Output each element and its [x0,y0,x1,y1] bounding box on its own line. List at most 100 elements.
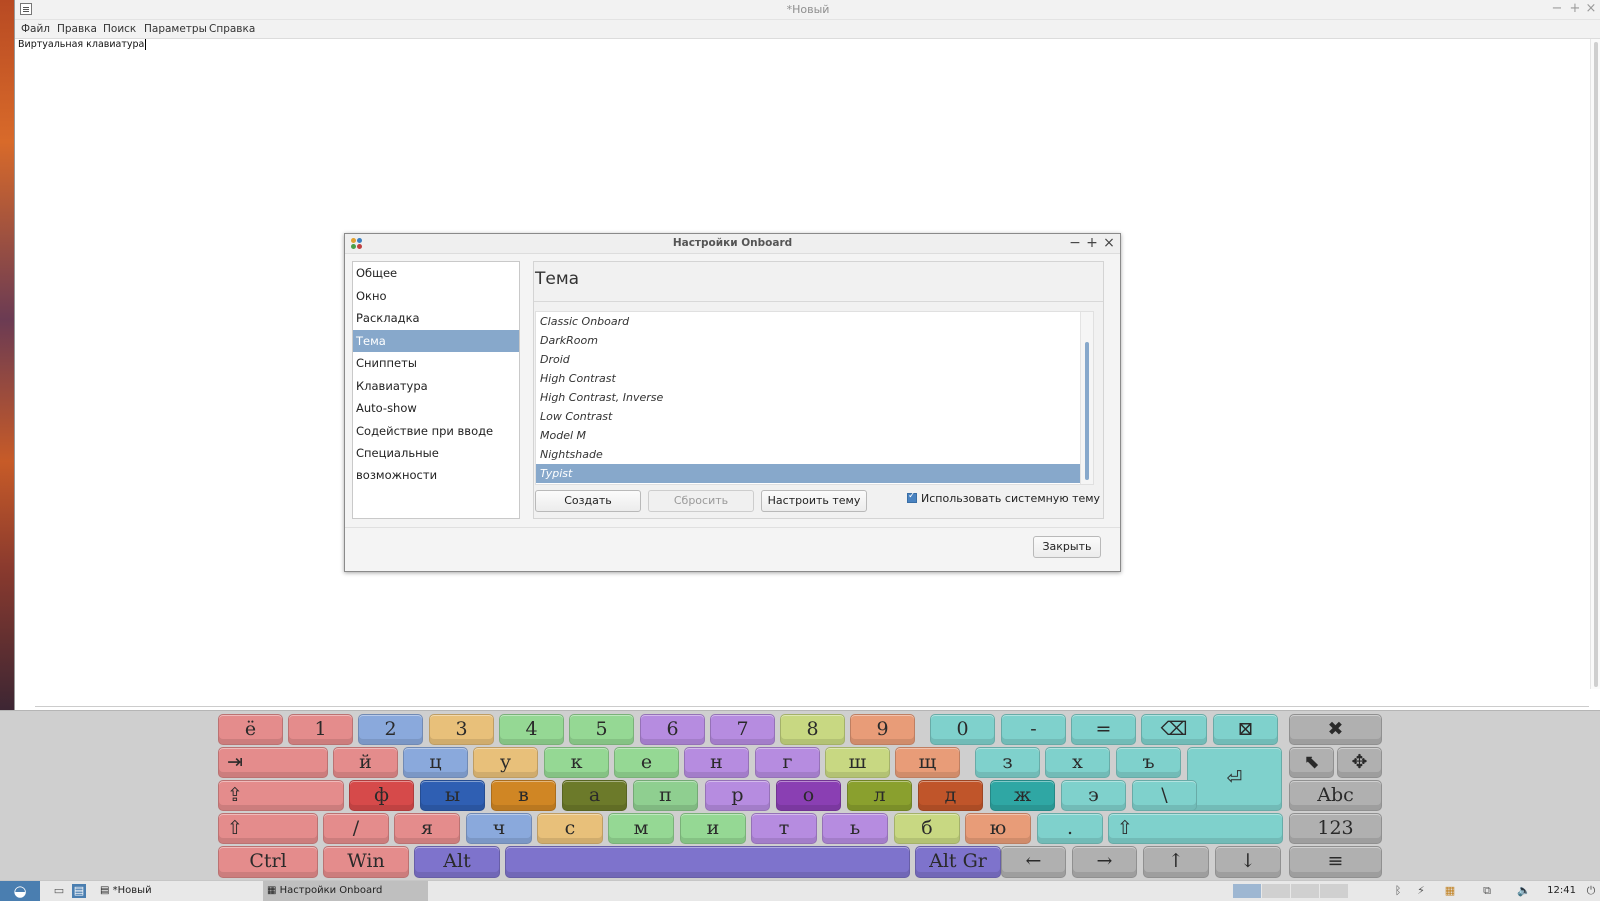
theme-item[interactable]: Nightshade [536,445,1093,464]
close-icon[interactable]: × [1583,1,1599,17]
hide-keyboard-key[interactable]: ✖ [1289,714,1382,745]
key-ts[interactable]: ц [403,747,468,778]
theme-item[interactable]: DarkRoom [536,331,1093,350]
arrow-right-key[interactable]: → [1072,846,1137,878]
shutdown-icon[interactable]: ⏻ [1584,884,1598,898]
backspace-key[interactable]: ⌫ [1141,714,1207,745]
menu-help[interactable]: Справка [209,23,255,35]
key-5[interactable]: 5 [569,714,634,745]
create-theme-button[interactable]: Создать [535,490,641,512]
key-6[interactable]: 6 [640,714,705,745]
power-icon[interactable]: ⚡ [1414,884,1428,898]
key-7[interactable]: 7 [710,714,775,745]
key-p[interactable]: п [633,780,698,811]
file-manager-icon[interactable]: ▤ [72,884,86,898]
menu-options[interactable]: Параметры [144,23,207,35]
workspace-2[interactable] [1262,884,1290,898]
theme-list-scrollbar[interactable] [1080,312,1093,484]
sidebar-item-general[interactable]: Общее [353,262,519,285]
arrow-left-key[interactable]: ← [1001,846,1066,878]
onboard-tray-icon[interactable]: ▦ [1443,884,1457,898]
menu-file[interactable]: Файл [21,23,50,35]
theme-item[interactable]: Droid [536,350,1093,369]
key-ch[interactable]: ч [466,813,532,844]
key-3[interactable]: 3 [429,714,494,745]
taskbar-item-editor[interactable]: ▤ *Новый [100,881,260,901]
theme-item[interactable]: High Contrast, Inverse [536,388,1093,407]
bluetooth-icon[interactable]: ᛒ [1391,884,1405,898]
key-yo[interactable]: ё [218,714,283,745]
network-icon[interactable]: ⧉ [1480,884,1494,898]
key-t[interactable]: т [751,813,817,844]
editor-titlebar[interactable]: *Новый − + × [15,0,1600,20]
key-g[interactable]: г [755,747,820,778]
ctrl-key[interactable]: Ctrl [218,846,318,878]
key-y[interactable]: ы [420,780,485,811]
sidebar-item-auto-show[interactable]: Auto-show [353,397,519,420]
sidebar-item-keyboard[interactable]: Клавиатура [353,375,519,398]
key-9[interactable]: 9 [850,714,915,745]
key-2[interactable]: 2 [358,714,423,745]
use-system-theme-checkbox[interactable]: Использовать системную тему [907,491,1100,505]
sidebar-item-snippets[interactable]: Сниппеты [353,352,519,375]
key-hard-sign[interactable]: ъ [1116,747,1181,778]
key-0[interactable]: 0 [930,714,995,745]
alt-gr-key[interactable]: Alt Gr [915,846,1001,878]
theme-item-selected[interactable]: Typist [536,464,1093,483]
key-backslash[interactable]: \ [1132,780,1197,811]
minimize-icon[interactable]: − [1067,235,1083,252]
close-button[interactable]: Закрыть [1033,536,1101,558]
key-a[interactable]: а [562,780,627,811]
shift-right-key[interactable]: ⇧ [1108,813,1283,844]
arrow-up-key[interactable]: ↑ [1143,846,1209,878]
key-r[interactable]: р [705,780,770,811]
workspace-4[interactable] [1320,884,1348,898]
key-o[interactable]: о [776,780,841,811]
theme-item[interactable]: Classic Onboard [536,312,1093,331]
customize-theme-button[interactable]: Настроить тему [761,490,867,512]
key-n[interactable]: н [684,747,749,778]
close-icon[interactable]: × [1101,235,1117,252]
key-equals[interactable]: = [1071,714,1136,745]
arrow-down-key[interactable]: ↓ [1215,846,1281,878]
key-e[interactable]: е [614,747,679,778]
sidebar-item-accessibility[interactable]: Специальные возможности [353,442,519,482]
key-4[interactable]: 4 [499,714,564,745]
scrollbar-thumb[interactable] [1594,42,1598,687]
minimize-icon[interactable]: − [1549,1,1565,17]
key-b[interactable]: б [894,813,960,844]
key-z[interactable]: з [975,747,1040,778]
volume-icon[interactable]: 🔈 [1517,884,1531,898]
sidebar-item-layout[interactable]: Раскладка [353,307,519,330]
delete-key[interactable]: ⊠ [1213,714,1278,745]
menu-key[interactable]: ≡ [1289,846,1382,878]
key-period[interactable]: . [1037,813,1103,844]
show-desktop-icon[interactable]: ▭ [52,884,66,898]
key-yu[interactable]: ю [965,813,1031,844]
caps-lock-key[interactable]: ⇪ [218,780,344,811]
editor-text-area[interactable]: Виртуальная клавиатура [18,39,147,50]
scrollbar-thumb[interactable] [1085,342,1089,480]
key-v[interactable]: в [491,780,556,811]
start-menu-button[interactable]: ◒ [0,881,40,901]
key-ya[interactable]: я [394,813,460,844]
key-i[interactable]: и [680,813,746,844]
key-k[interactable]: к [544,747,609,778]
alt-key[interactable]: Alt [414,846,500,878]
win-key[interactable]: Win [323,846,409,878]
space-key[interactable] [505,846,910,878]
key-d[interactable]: д [918,780,983,811]
menu-search[interactable]: Поиск [103,23,136,35]
key-s[interactable]: с [537,813,603,844]
key-m[interactable]: м [608,813,674,844]
workspace-switcher[interactable] [1233,884,1379,898]
key-slash[interactable]: / [323,813,389,844]
editor-scrollbar[interactable] [1590,39,1600,689]
taskbar-item-onboard-settings[interactable]: ▦ Настройки Onboard [263,881,428,901]
workspace-3[interactable] [1291,884,1319,898]
checkbox-checked-icon[interactable] [907,491,917,503]
key-soft-sign[interactable]: ь [822,813,888,844]
key-shch[interactable]: щ [895,747,960,778]
key-8[interactable]: 8 [780,714,845,745]
menu-edit[interactable]: Правка [57,23,97,35]
